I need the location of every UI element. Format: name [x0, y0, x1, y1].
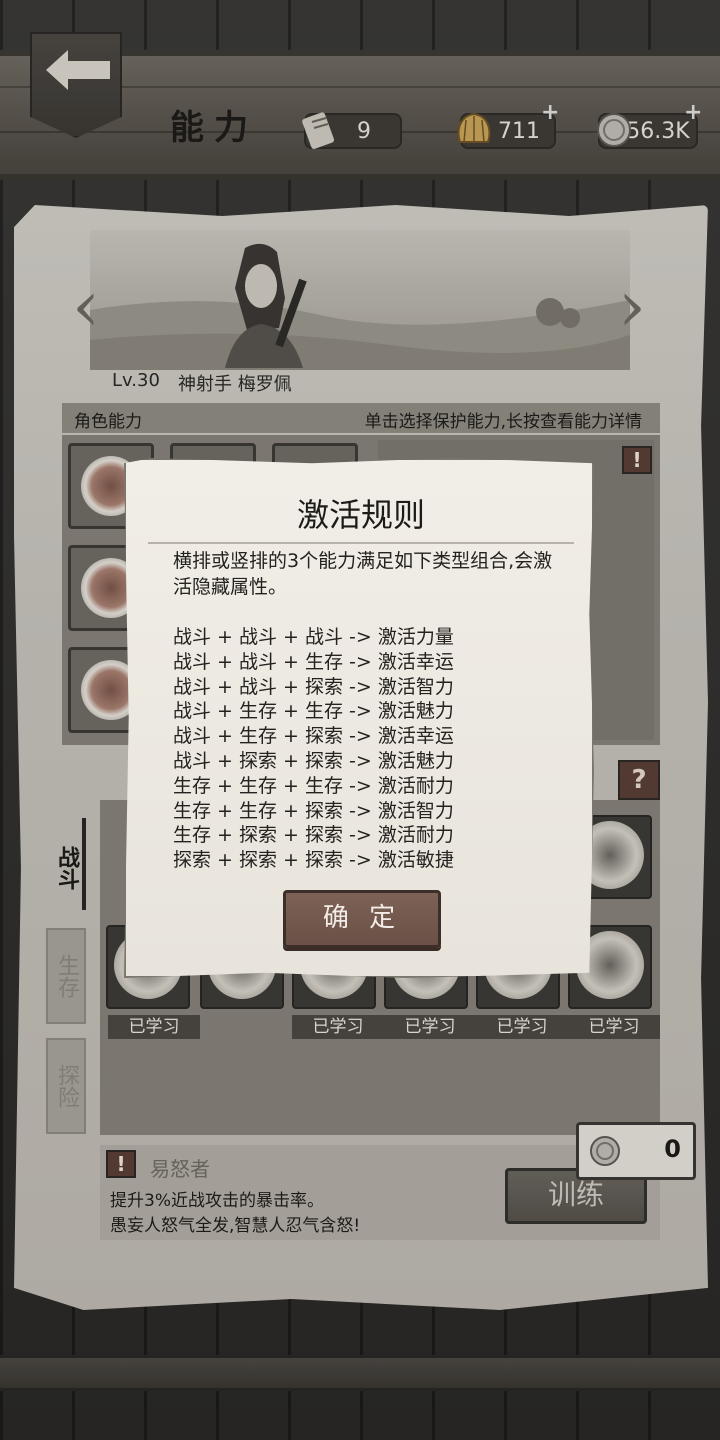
rule-item: 生存 + 生存 + 探索 -> 激活智力	[173, 799, 454, 822]
rule-item: 战斗 + 生存 + 探索 -> 激活幸运	[173, 725, 454, 748]
dialog-divider	[148, 542, 574, 544]
dialog-title: 激活规则	[296, 496, 425, 534]
activation-rules-dialog: 激活规则 横排或竖排的3个能力满足如下类型组合,会激活隐藏属性。 战斗 + 战斗…	[124, 458, 594, 978]
rule-item: 战斗 + 战斗 + 生存 -> 激活幸运	[173, 650, 454, 673]
rule-item: 探索 + 探索 + 探索 -> 激活敏捷	[173, 849, 454, 872]
confirm-button[interactable]: 确 定	[283, 890, 441, 948]
rule-item: 生存 + 探索 + 探索 -> 激活耐力	[173, 824, 454, 847]
rule-item: 战斗 + 探索 + 探索 -> 激活魅力	[173, 749, 454, 772]
rule-item: 生存 + 生存 + 生存 -> 激活耐力	[173, 774, 454, 797]
rule-item: 战斗 + 生存 + 生存 -> 激活魅力	[173, 700, 454, 723]
rule-item: 战斗 + 战斗 + 探索 -> 激活智力	[173, 675, 454, 698]
rules-list: 战斗 + 战斗 + 战斗 -> 激活力量 战斗 + 战斗 + 生存 -> 激活幸…	[173, 625, 553, 873]
rule-item: 战斗 + 战斗 + 战斗 -> 激活力量	[173, 626, 454, 648]
dialog-intro: 横排或竖排的3个能力满足如下类型组合,会激活隐藏属性。	[173, 550, 553, 598]
